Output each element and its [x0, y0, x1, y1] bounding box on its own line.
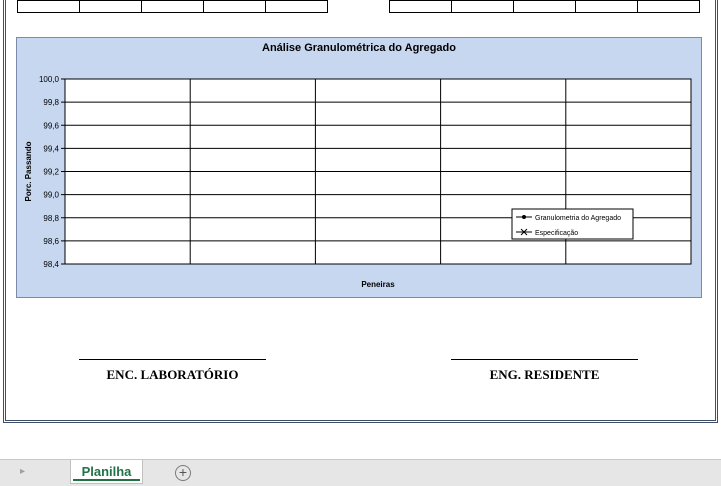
y-tick-label: 99,4 [43, 144, 59, 153]
x-axis-label: Peneiras [361, 280, 395, 289]
legend-marker-dot [522, 215, 526, 219]
y-tick-label: 98,4 [43, 260, 59, 269]
left-signature-line [79, 359, 266, 360]
y-tick-label: 99,6 [43, 121, 59, 130]
y-tick-label: 99,2 [43, 168, 59, 177]
sheet-tab-planilha[interactable]: Planilha [70, 460, 143, 484]
y-tick-label: 99,8 [43, 98, 59, 107]
y-axis-label: Porc. Passando [24, 141, 33, 201]
granulometry-chart[interactable]: Análise Granulométrica do Agregado 100,0… [16, 37, 702, 298]
right-signature-label: ENG. RESIDENTE [489, 367, 600, 382]
add-sheet-icon[interactable]: + [175, 465, 191, 481]
right-signature-line [451, 359, 638, 360]
left-signature-label: ENC. LABORATÓRIO [106, 367, 239, 382]
y-tick-label: 100,0 [39, 75, 60, 84]
y-tick-label: 98,6 [43, 237, 59, 246]
chart-canvas: 100,0 99,8 99,6 99,4 99,2 99,0 98,8 98,6 98,4 Pen… [24, 75, 692, 289]
top-right-table [389, 0, 700, 13]
legend-label: Especificação [535, 230, 578, 237]
sheet-tab-bar: ▸ Planilha + [0, 459, 721, 486]
worksheet-area[interactable]: Análise Granulométrica do Agregado 100,0… [0, 0, 721, 459]
y-tick-label: 99,0 [43, 191, 59, 200]
legend-label: Granulometria do Agregado [535, 215, 621, 222]
scroll-tabs-icon[interactable]: ▸ [20, 466, 25, 477]
y-tick-label: 98,8 [43, 214, 59, 223]
top-left-table [17, 0, 328, 13]
